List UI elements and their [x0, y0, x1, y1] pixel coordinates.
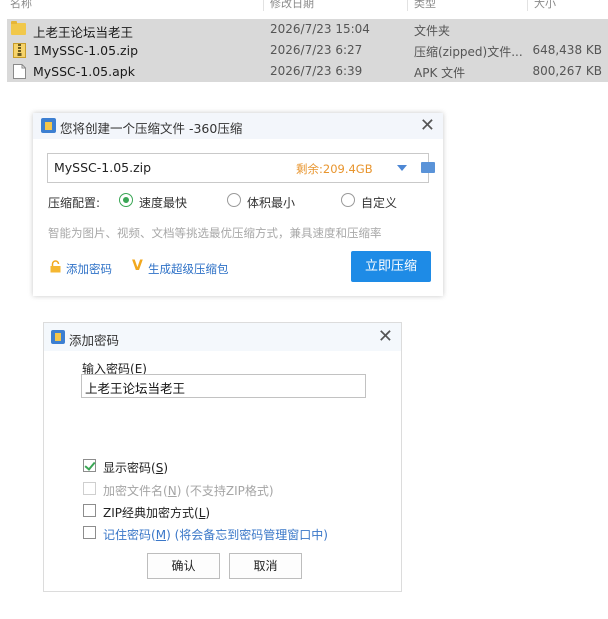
compress-dialog: 您将创建一个压缩文件 -360压缩 ✕ MySSC-1.05.zip 剩余:20…: [33, 113, 443, 296]
folder-icon: [11, 21, 26, 35]
column-header-date[interactable]: 修改日期: [270, 0, 314, 11]
zip-classic-encryption-label[interactable]: ZIP经典加密方式(L): [103, 504, 210, 521]
column-header-type[interactable]: 类型: [414, 0, 436, 11]
password-input[interactable]: 上老王论坛当老王: [81, 374, 366, 398]
file-row[interactable]: MySSC-1.05.apk 2026/7/23 6:39 APK 文件 800…: [7, 61, 608, 82]
radio-label-smallest[interactable]: 体积最小: [247, 194, 295, 211]
file-type: 压缩(zipped)文件...: [414, 45, 523, 59]
super-compress-link[interactable]: 生成超级压缩包: [148, 261, 229, 277]
file-row[interactable]: 1MySSC-1.05.zip 2026/7/23 6:27 压缩(zipped…: [7, 40, 608, 61]
add-password-dialog: 添加密码 ✕ 输入密码(E) 上老王论坛当老王 显示密码(S) 加密文件名(N)…: [43, 322, 402, 592]
password-dialog-titlebar[interactable]: 添加密码 ✕: [44, 323, 401, 351]
file-icon: [13, 64, 26, 79]
free-space-label: 剩余:209.4GB: [296, 162, 373, 176]
compress-dialog-titlebar[interactable]: 您将创建一个压缩文件 -360压缩 ✕: [33, 113, 443, 139]
remember-password-label[interactable]: 记住密码(M) (将会备忘到密码管理窗口中): [103, 526, 328, 543]
file-name: MySSC-1.05.apk: [33, 64, 135, 79]
show-password-checkbox[interactable]: [83, 459, 96, 472]
radio-label-custom[interactable]: 自定义: [361, 194, 397, 211]
encrypt-filenames-checkbox[interactable]: [83, 482, 96, 495]
confirm-button[interactable]: 确认: [147, 553, 220, 579]
file-size: 800,267 KB: [532, 64, 602, 78]
archive-app-icon: [51, 330, 65, 344]
lock-icon: [50, 260, 61, 273]
zip-file-icon: [13, 43, 26, 58]
compress-hint: 智能为图片、视频、文档等挑选最优压缩方式，兼具速度和压缩率: [48, 226, 382, 240]
radio-fastest[interactable]: [119, 193, 133, 207]
folder-browse-icon[interactable]: [421, 162, 435, 173]
file-name: 1MySSC-1.05.zip: [33, 43, 139, 58]
file-list-header: 名称 修改日期 类型 大小: [7, 0, 608, 11]
chevron-down-icon[interactable]: [397, 165, 407, 171]
file-type: 文件夹: [414, 24, 451, 38]
file-row[interactable]: 上老王论坛当老王 2026/7/23 15:04 文件夹: [7, 19, 608, 40]
zip-classic-encryption-checkbox[interactable]: [83, 504, 96, 517]
column-header-size[interactable]: 大小: [534, 0, 556, 11]
archive-app-icon: [41, 118, 56, 133]
file-date: 2026/7/23 6:27: [270, 43, 363, 57]
show-password-label[interactable]: 显示密码(S): [103, 459, 168, 476]
radio-smallest[interactable]: [227, 193, 241, 207]
compress-config-label: 压缩配置:: [48, 196, 101, 210]
column-header-name[interactable]: 名称: [10, 0, 32, 11]
encrypt-filenames-label[interactable]: 加密文件名(N) (不支持ZIP格式): [103, 482, 274, 499]
cancel-button[interactable]: 取消: [229, 553, 302, 579]
vip-icon: V: [132, 258, 143, 274]
archive-name-field[interactable]: MySSC-1.05.zip 剩余:209.4GB: [47, 153, 435, 183]
file-type: APK 文件: [414, 66, 466, 80]
remember-password-checkbox[interactable]: [83, 526, 96, 539]
archive-filename[interactable]: MySSC-1.05.zip: [54, 160, 151, 175]
column-divider[interactable]: [527, 0, 528, 11]
file-size: 648,438 KB: [532, 43, 602, 57]
radio-label-fastest[interactable]: 速度最快: [139, 194, 187, 211]
column-divider[interactable]: [407, 0, 408, 11]
column-divider[interactable]: [263, 0, 264, 11]
file-list: 名称 修改日期 类型 大小 上老王论坛当老王 2026/7/23 15:04 文…: [7, 0, 608, 82]
radio-custom[interactable]: [341, 193, 355, 207]
close-icon[interactable]: ✕: [378, 326, 393, 347]
close-icon[interactable]: ✕: [420, 115, 435, 136]
add-password-link[interactable]: 添加密码: [66, 261, 112, 277]
dialog-title: 添加密码: [69, 333, 120, 348]
password-input-value[interactable]: 上老王论坛当老王: [85, 378, 185, 397]
file-date: 2026/7/23 15:04: [270, 22, 370, 36]
file-date: 2026/7/23 6:39: [270, 64, 363, 78]
dialog-title: 您将创建一个压缩文件 -360压缩: [60, 121, 243, 136]
file-name: 上老王论坛当老王: [33, 25, 134, 40]
compress-now-button[interactable]: 立即压缩: [351, 251, 431, 282]
